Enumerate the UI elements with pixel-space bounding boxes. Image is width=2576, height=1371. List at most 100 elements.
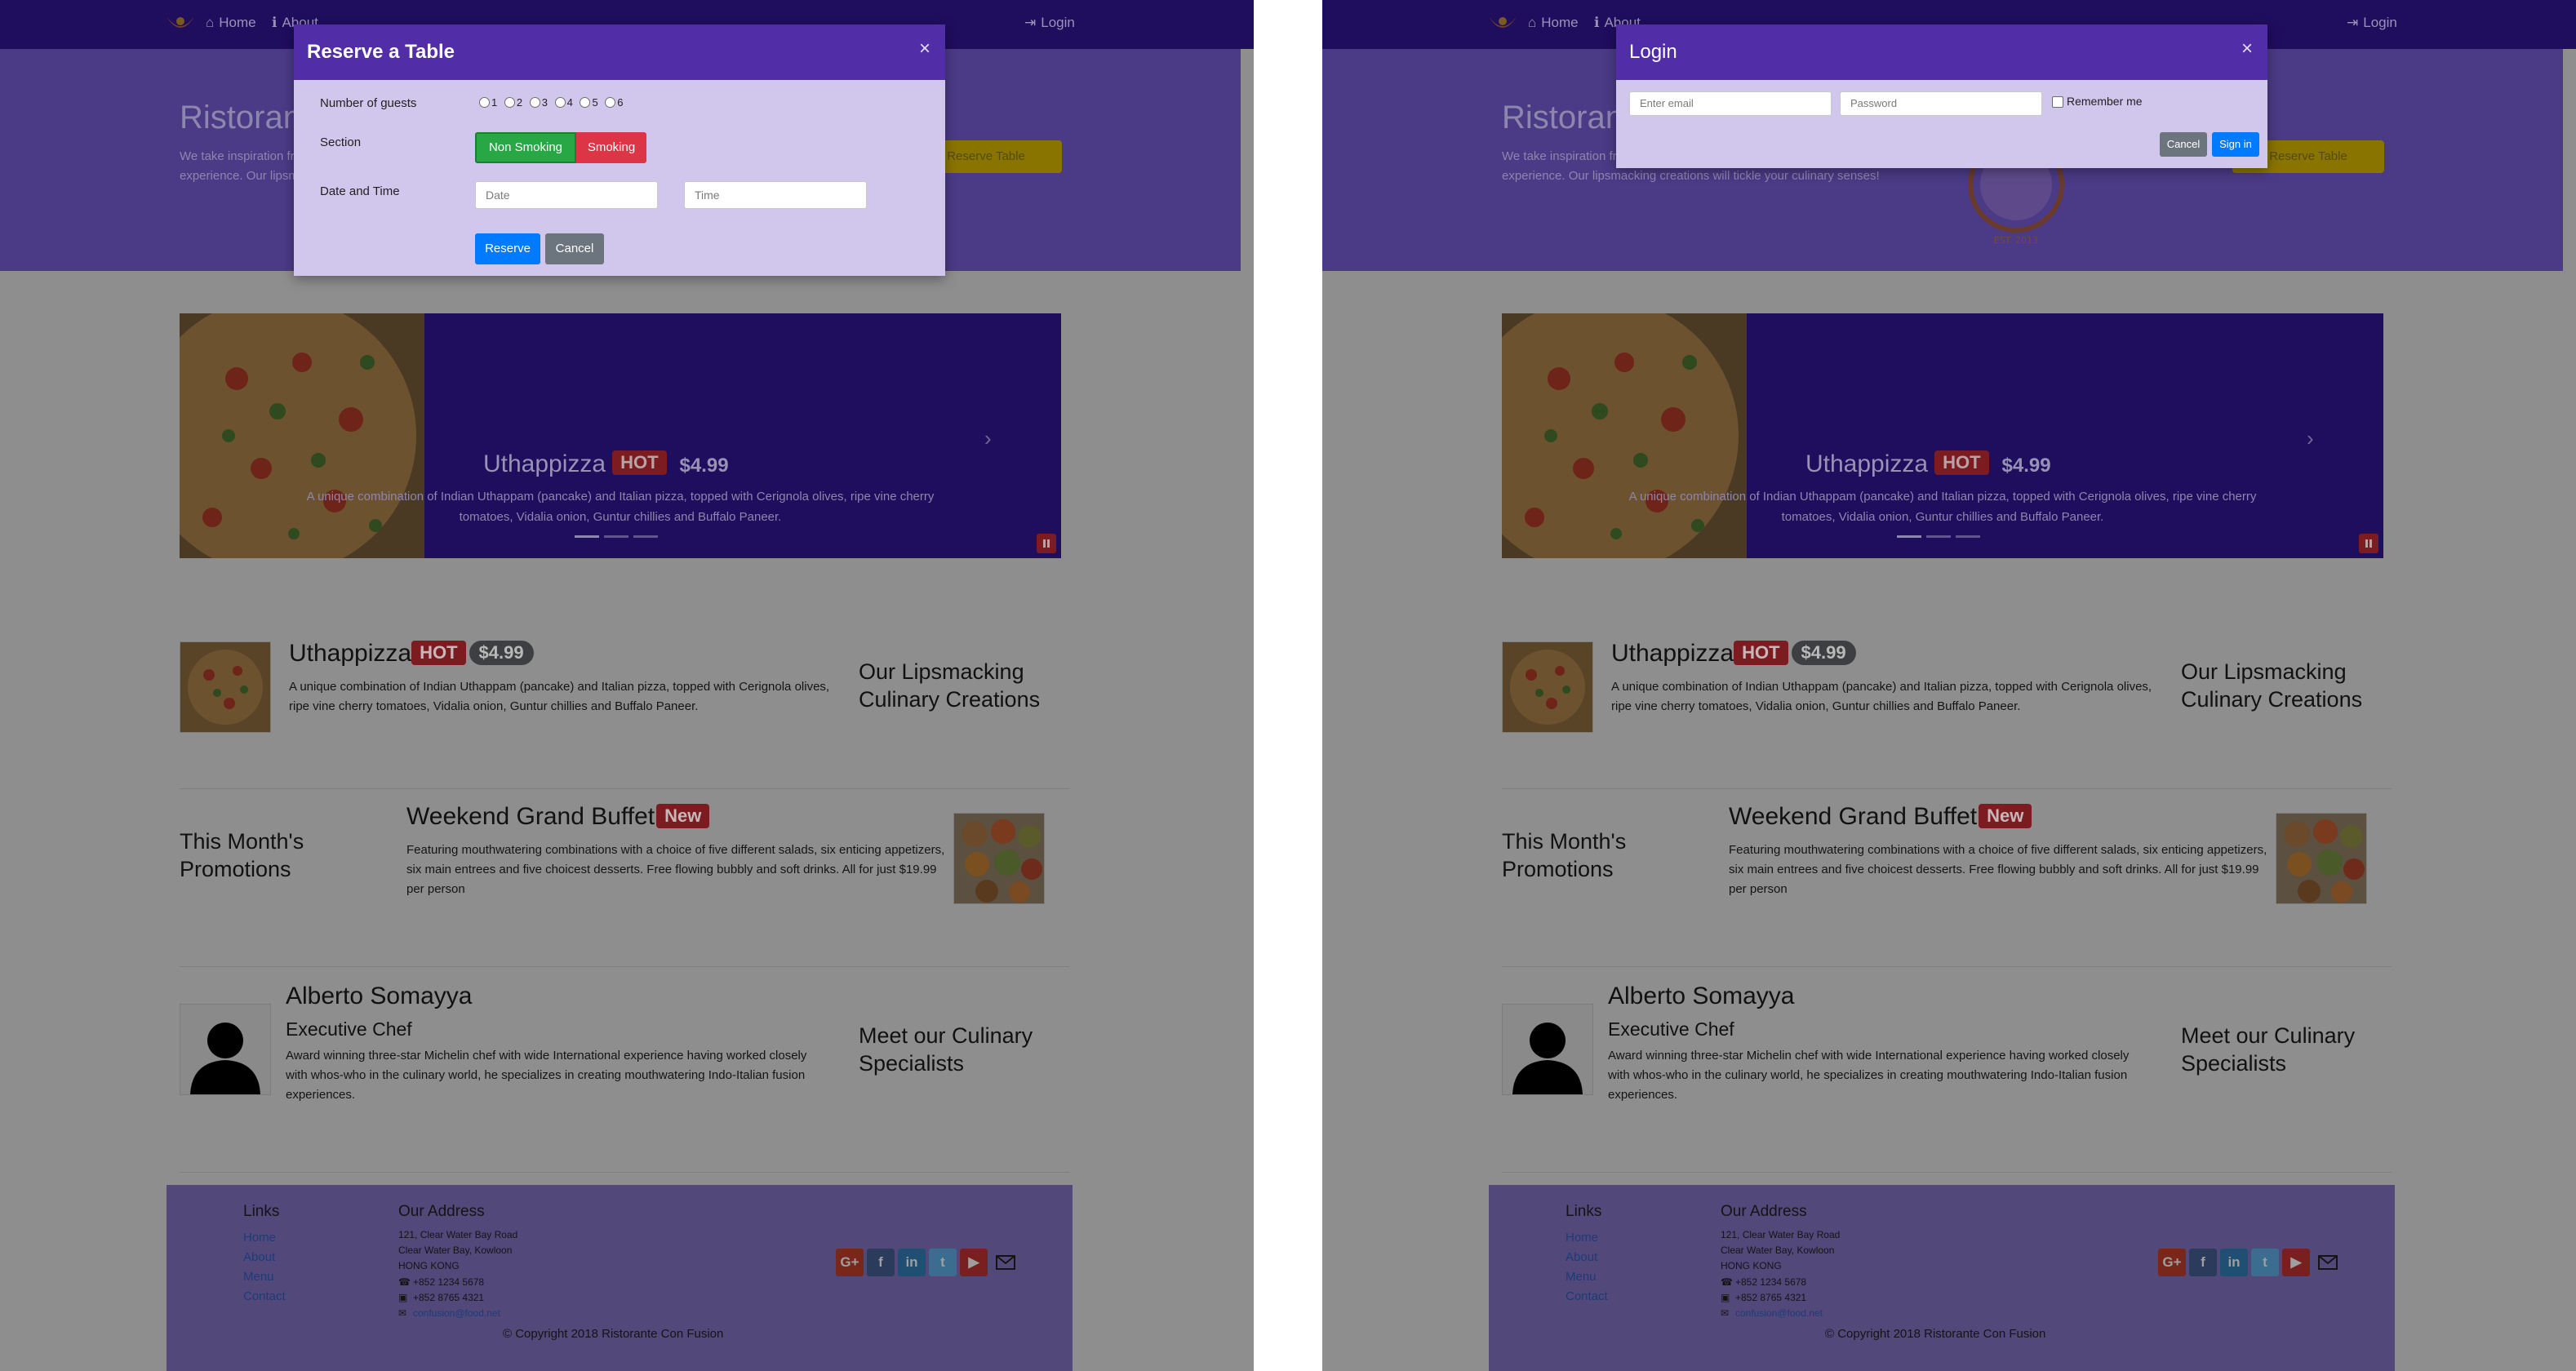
modal-header: Login × bbox=[1616, 24, 2267, 80]
linkedin-icon[interactable]: in bbox=[898, 1249, 926, 1276]
guests-radio-3[interactable] bbox=[529, 97, 540, 108]
nav-home[interactable]: ⌂ Home bbox=[206, 15, 256, 31]
reserve-table-modal: Reserve a Table × Number of guests 1 2 3… bbox=[294, 24, 945, 276]
google-plus-icon[interactable]: G+ bbox=[2158, 1249, 2186, 1276]
carousel-caption-title: Uthappizza HOT $4.99 bbox=[483, 450, 729, 477]
close-icon[interactable]: × bbox=[919, 38, 930, 60]
brand-logo[interactable] bbox=[1486, 11, 1520, 36]
screen-login: ⌂Home ℹAbout ⇥Login Ristorante con Fusio… bbox=[1322, 0, 2576, 1371]
linkedin-icon[interactable]: in bbox=[2220, 1249, 2248, 1276]
address-line: HONG KONG bbox=[1721, 1260, 1782, 1271]
new-badge: New bbox=[1979, 804, 2032, 828]
footer-link-home[interactable]: Home bbox=[1566, 1231, 1598, 1245]
home-icon: ⌂ bbox=[1528, 15, 1537, 30]
youtube-icon[interactable]: ▶ bbox=[960, 1249, 988, 1276]
pause-icon[interactable] bbox=[2359, 534, 2378, 553]
footer-link-contact[interactable]: Contact bbox=[1566, 1289, 1608, 1303]
guests-radio-2[interactable] bbox=[504, 97, 515, 108]
footer-fax: +852 8765 4321 bbox=[413, 1292, 485, 1303]
footer-email[interactable]: confusion@food.net bbox=[1735, 1307, 1823, 1319]
facebook-icon[interactable]: f bbox=[867, 1249, 895, 1276]
footer-link-contact[interactable]: Contact bbox=[243, 1289, 286, 1303]
seal-text: EST. 2013 bbox=[1994, 235, 2038, 246]
hot-badge: HOT bbox=[411, 641, 466, 665]
non-smoking-toggle[interactable]: Non Smoking bbox=[475, 132, 576, 163]
divider bbox=[180, 1172, 1069, 1173]
mail-icon[interactable] bbox=[2318, 1255, 2338, 1270]
nav-login[interactable]: ⇥ Login bbox=[2347, 15, 2397, 31]
footer-link-about[interactable]: About bbox=[1566, 1250, 1597, 1264]
guests-radio-4[interactable] bbox=[554, 97, 566, 108]
nav-home[interactable]: ⌂ Home bbox=[1528, 15, 1579, 31]
modal-title: Reserve a Table bbox=[307, 41, 455, 63]
buffet-thumbnail bbox=[2276, 813, 2367, 904]
footer-link-menu[interactable]: Menu bbox=[243, 1270, 274, 1284]
promotion-section-title: This Month's Promotions bbox=[180, 829, 304, 881]
email-field[interactable]: Enter email bbox=[1629, 91, 1832, 116]
guests-radio-5[interactable] bbox=[580, 97, 591, 108]
pause-icon[interactable] bbox=[1037, 534, 1056, 553]
nav-login[interactable]: ⇥ Login bbox=[1024, 15, 1075, 31]
carousel-indicator[interactable] bbox=[633, 535, 658, 538]
chef-section-title: Meet our Culinary Specialists bbox=[859, 1023, 1033, 1076]
reserve-button[interactable]: Reserve bbox=[475, 233, 540, 264]
carousel-indicator[interactable] bbox=[1926, 535, 1951, 538]
carousel-indicator[interactable] bbox=[1897, 535, 1921, 538]
dish-thumbnail bbox=[1502, 641, 1593, 733]
footer-link-about[interactable]: About bbox=[243, 1250, 275, 1264]
fax-icon: ▣ bbox=[398, 1292, 408, 1303]
brand-logo[interactable] bbox=[163, 11, 198, 36]
time-input[interactable]: Time bbox=[684, 181, 867, 209]
carousel-indicator[interactable] bbox=[1956, 535, 1980, 538]
footer-link-menu[interactable]: Menu bbox=[1566, 1270, 1597, 1284]
info-icon: ℹ bbox=[1594, 15, 1600, 30]
footer-email[interactable]: confusion@food.net bbox=[413, 1307, 500, 1319]
divider bbox=[180, 788, 1069, 789]
dish-title: Uthappizza HOT $4.99 bbox=[289, 640, 534, 668]
hot-badge: HOT bbox=[612, 450, 667, 475]
price-badge: $4.99 bbox=[1791, 641, 1856, 665]
password-field[interactable]: Password bbox=[1840, 91, 2042, 116]
twitter-icon[interactable]: t bbox=[929, 1249, 957, 1276]
footer-address-heading: Our Address bbox=[398, 1203, 485, 1220]
promotion-description: Featuring mouthwatering combinations wit… bbox=[406, 843, 945, 896]
divider bbox=[1502, 1172, 2392, 1173]
envelope-icon: ✉ bbox=[398, 1307, 407, 1319]
chef-name: Alberto Somayya bbox=[286, 983, 473, 1009]
guests-radio-6[interactable] bbox=[605, 97, 616, 108]
sign-in-button[interactable]: Sign in bbox=[2212, 132, 2259, 157]
promotion-description: Featuring mouthwatering combinations wit… bbox=[1729, 843, 2267, 896]
footer: Links Home About Menu Contact Our Addres… bbox=[167, 1185, 1073, 1371]
facebook-icon[interactable]: f bbox=[2189, 1249, 2217, 1276]
footer-copyright: © Copyright 2018 Ristorante Con Fusion bbox=[503, 1327, 724, 1341]
promotion-section-title: This Month's Promotions bbox=[1502, 829, 1627, 881]
cancel-button[interactable]: Cancel bbox=[2160, 132, 2207, 157]
guests-radio-1[interactable] bbox=[479, 97, 490, 108]
footer-link-home[interactable]: Home bbox=[243, 1231, 276, 1245]
carousel-caption-text: A unique combination of Indian Uthappam … bbox=[1628, 490, 2257, 524]
close-icon[interactable]: × bbox=[2241, 38, 2253, 60]
phone-icon: ☎ bbox=[1721, 1276, 1733, 1288]
buffet-thumbnail bbox=[953, 813, 1045, 904]
carousel-indicator[interactable] bbox=[575, 535, 599, 538]
date-input[interactable]: Date bbox=[475, 181, 658, 209]
login-modal: Login × Enter email Password Remember me… bbox=[1616, 24, 2267, 168]
dish-description: A unique combination of Indian Uthappam … bbox=[1611, 680, 2152, 713]
chevron-right-icon[interactable]: › bbox=[2307, 426, 2314, 451]
cancel-button[interactable]: Cancel bbox=[545, 233, 604, 264]
hot-badge: HOT bbox=[1934, 450, 1989, 475]
address-line: 121, Clear Water Bay Road bbox=[398, 1229, 518, 1240]
google-plus-icon[interactable]: G+ bbox=[836, 1249, 864, 1276]
chef-section-title: Meet our Culinary Specialists bbox=[2181, 1023, 2356, 1076]
mail-icon[interactable] bbox=[996, 1255, 1015, 1270]
carousel-indicator[interactable] bbox=[604, 535, 628, 538]
twitter-icon[interactable]: t bbox=[2251, 1249, 2279, 1276]
chevron-right-icon[interactable]: › bbox=[984, 426, 992, 451]
dish-section-title: Our Lipsmacking Culinary Creations bbox=[2181, 659, 2363, 712]
youtube-icon[interactable]: ▶ bbox=[2282, 1249, 2310, 1276]
chef-avatar bbox=[180, 1004, 271, 1095]
phone-icon: ☎ bbox=[398, 1276, 411, 1288]
remember-me-checkbox[interactable] bbox=[2052, 96, 2063, 108]
smoking-toggle[interactable]: Smoking bbox=[576, 132, 646, 163]
chef-role: Executive Chef bbox=[1608, 1018, 1734, 1040]
